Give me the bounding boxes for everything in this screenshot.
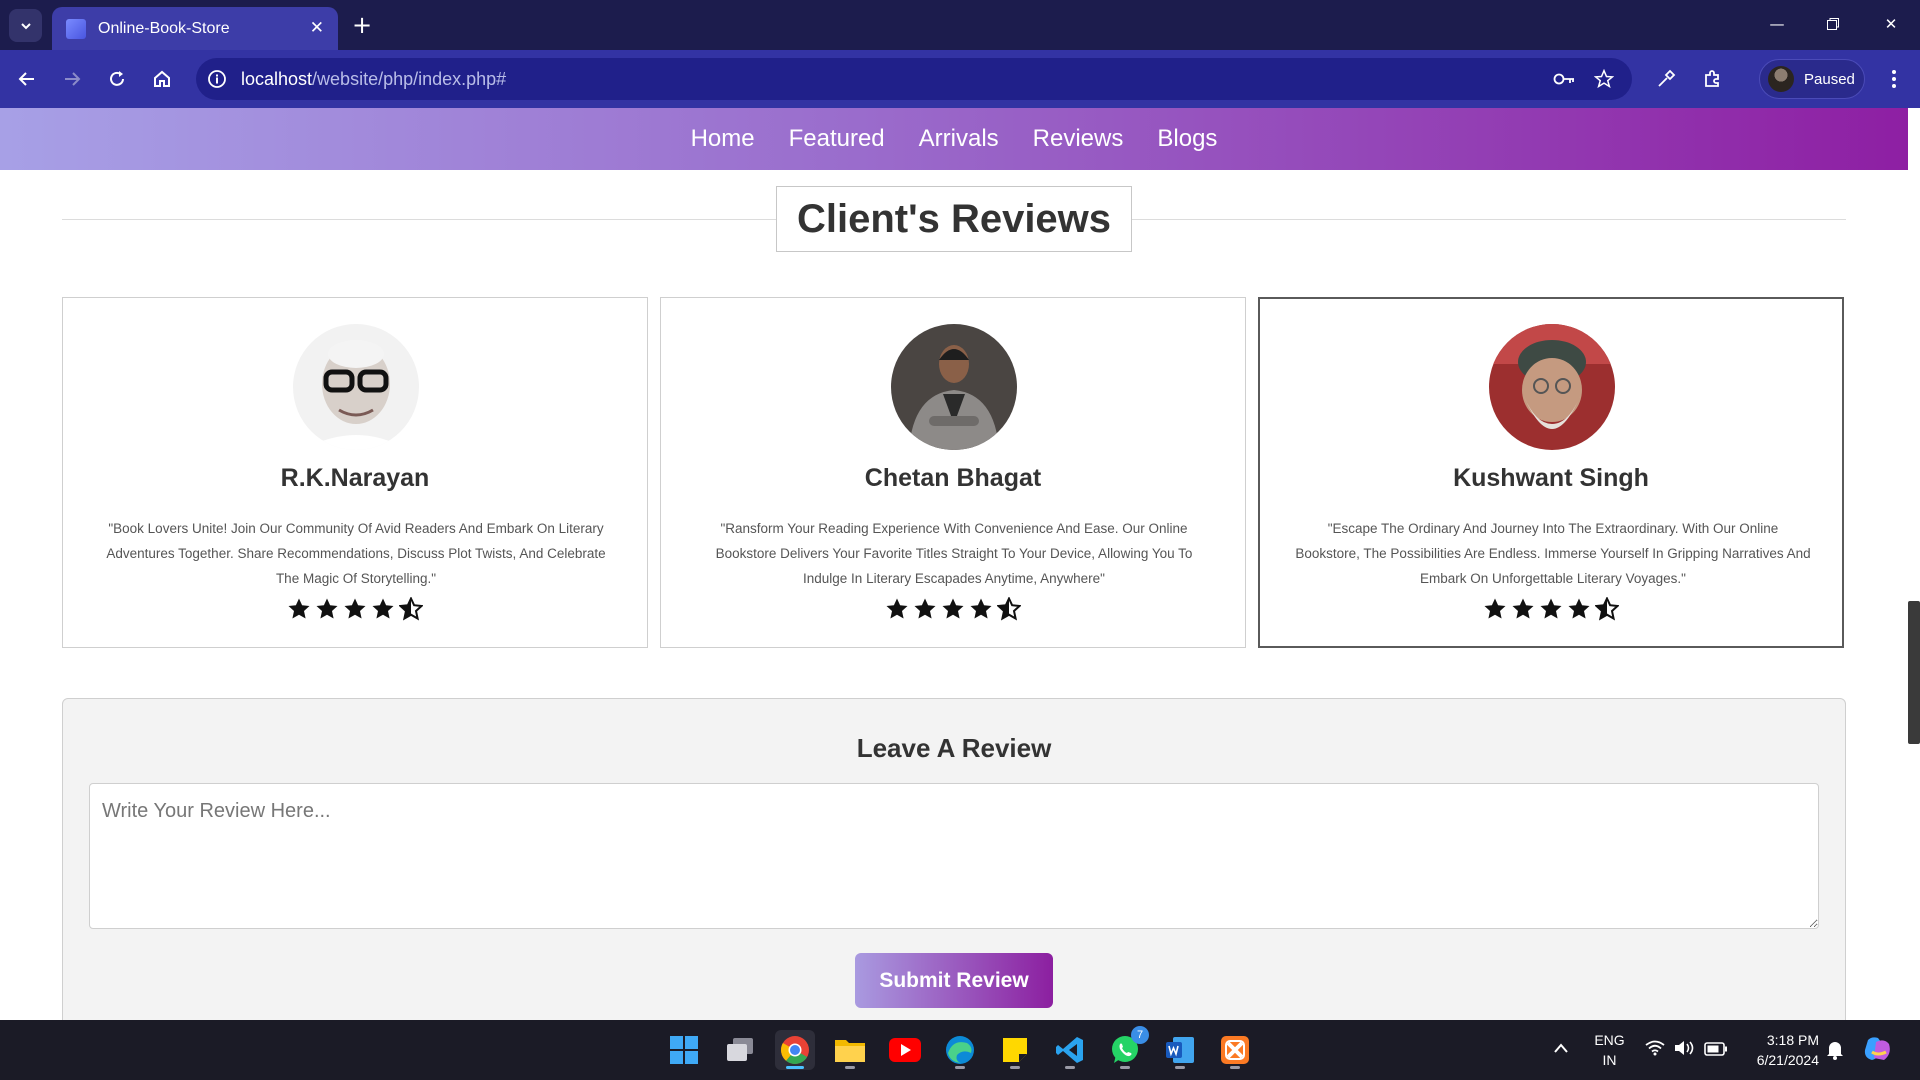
minimize-icon[interactable]: — [1766,13,1788,35]
star-full-icon [914,598,936,619]
star-half-icon [997,597,1021,621]
profile-avatar [1768,66,1794,92]
avatar [891,324,1017,450]
review-card: Chetan Bhagat "Ransform Your Reading Exp… [660,297,1246,648]
star-full-icon [344,598,366,619]
star-full-icon [372,598,394,619]
star-half-icon [399,597,423,621]
language-indicator[interactable]: ENG IN [1587,1030,1632,1070]
reviewer-name: R.K.Narayan [280,464,430,492]
reload-icon[interactable] [102,64,132,94]
back-arrow-icon[interactable] [12,64,42,94]
page-viewport: Home Featured Arrivals Reviews Blogs Cli… [0,108,1920,1020]
eyedropper-icon[interactable] [1651,64,1681,94]
notification-badge: 7 [1131,1026,1149,1044]
reviewer-name: Kushwant Singh [1453,464,1649,492]
url-path: /website/php/index.php# [312,69,507,89]
star-full-icon [1568,598,1590,619]
leave-review-form: Leave A Review Submit Review [62,698,1846,1020]
star-full-icon [316,598,338,619]
chrome-app-icon[interactable] [775,1030,815,1070]
xampp-app-icon[interactable] [1215,1030,1255,1070]
task-view-icon[interactable] [720,1030,760,1070]
chevron-down-icon [20,22,31,29]
reviewer-name: Chetan Bhagat [864,464,1042,492]
extensions-puzzle-icon[interactable] [1697,64,1727,94]
browser-tab-bar: Online-Book-Store ✕ + — ✕ [0,0,1920,50]
star-rating [63,597,647,621]
notification-bell-icon[interactable] [1825,1040,1845,1065]
password-key-icon[interactable] [1550,64,1580,94]
star-full-icon [1540,598,1562,619]
wifi-icon[interactable] [1644,1040,1666,1061]
window-close-icon[interactable]: ✕ [1880,13,1902,35]
scrollbar-track[interactable] [1908,108,1920,1020]
bookmark-star-icon[interactable] [1589,64,1619,94]
clock-time: 3:18 PM [1766,1032,1819,1048]
tab-search-button[interactable] [9,9,42,42]
home-icon[interactable] [147,64,177,94]
site-navbar: Home Featured Arrivals Reviews Blogs [0,108,1908,170]
star-full-icon [1512,598,1534,619]
submit-review-button[interactable]: Submit Review [855,953,1053,1008]
review-card: Kushwant Singh "Escape The Ordinary And … [1258,297,1844,648]
tab-close-icon[interactable]: ✕ [310,20,324,37]
nav-home[interactable]: Home [691,125,755,153]
file-explorer-icon[interactable] [830,1030,870,1070]
browser-menu-icon[interactable] [1879,64,1909,94]
star-rating [661,597,1245,621]
star-half-icon [1595,597,1619,621]
tab-title: Online-Book-Store [98,19,230,37]
profile-button[interactable]: Paused [1759,59,1865,99]
word-app-icon[interactable] [1160,1030,1200,1070]
avatar [1489,324,1615,450]
form-title: Leave A Review [856,733,1052,763]
sticky-notes-icon[interactable] [995,1030,1035,1070]
star-full-icon [970,598,992,619]
profile-status: Paused [1804,70,1855,88]
scrollbar-thumb[interactable] [1908,601,1920,744]
volume-icon[interactable] [1674,1040,1696,1061]
review-quote: "Escape The Ordinary And Journey Into Th… [1295,521,1811,586]
browser-tab-active[interactable]: Online-Book-Store ✕ [52,7,338,50]
copilot-icon[interactable] [1861,1036,1893,1069]
star-full-icon [942,598,964,619]
review-textarea[interactable] [89,783,1819,929]
nav-blogs[interactable]: Blogs [1157,125,1217,153]
edge-browser-icon[interactable] [940,1030,980,1070]
star-full-icon [1484,598,1506,619]
site-info-icon[interactable] [204,66,230,92]
star-rating [1260,597,1842,621]
chevron-up-icon[interactable] [1551,1040,1571,1060]
review-quote: "Book Lovers Unite! Join Our Community O… [106,521,606,586]
star-full-icon [886,598,908,619]
nav-arrivals[interactable]: Arrivals [919,125,999,153]
review-quote: "Ransform Your Reading Experience With C… [715,521,1193,586]
section-title: Client's Reviews [796,196,1112,241]
battery-icon[interactable] [1704,1041,1728,1061]
region-code: IN [1602,1052,1617,1068]
language-code: ENG [1594,1032,1625,1048]
nav-featured[interactable]: Featured [789,125,885,153]
vscode-app-icon[interactable] [1050,1030,1090,1070]
windows-start-icon[interactable] [664,1030,704,1070]
book-favicon-icon [66,18,86,39]
youtube-app-icon[interactable] [885,1030,925,1070]
avatar [293,324,419,450]
nav-reviews[interactable]: Reviews [1033,125,1124,153]
forward-arrow-icon[interactable] [57,64,87,94]
whatsapp-app-icon[interactable]: 7 [1105,1026,1149,1070]
section-heading: Client's Reviews [776,186,1132,252]
url-text[interactable]: localhost/website/php/index.php# [241,69,506,90]
new-tab-button[interactable]: + [352,12,372,38]
clock-date: 6/21/2024 [1756,1052,1819,1068]
os-taskbar: 7 ENG IN 3:18 PM 6/21/2024 [0,1020,1920,1080]
star-full-icon [288,598,310,619]
restore-icon[interactable] [1822,13,1844,35]
review-card: R.K.Narayan "Book Lovers Unite! Join Our… [62,297,648,648]
clock[interactable]: 3:18 PM 6/21/2024 [1743,1030,1819,1070]
url-host: localhost [241,69,313,89]
